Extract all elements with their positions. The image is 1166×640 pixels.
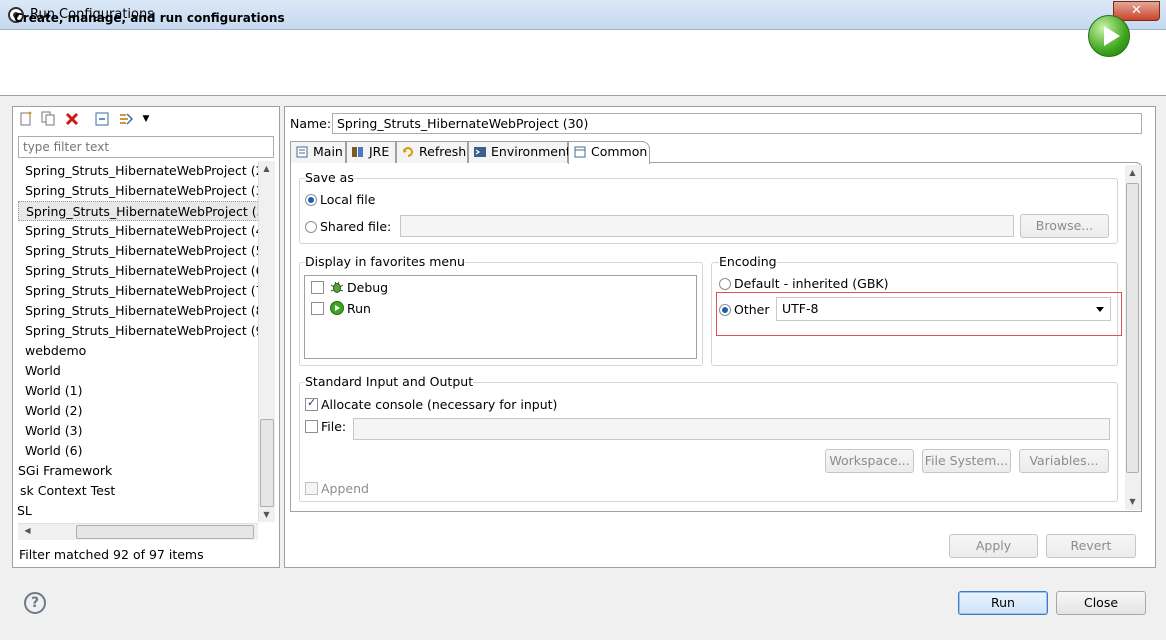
tree-item[interactable]: Spring_Struts_HibernateWebProject (6) [18, 261, 258, 281]
apply-button[interactable]: Apply [949, 534, 1038, 558]
tab-main[interactable]: Main [290, 141, 346, 163]
tree-item[interactable]: World (3) [18, 421, 83, 441]
browse-button[interactable]: Browse... [1020, 214, 1109, 238]
file-output-checkbox[interactable] [305, 420, 318, 433]
tree-item[interactable]: Spring_Struts_HibernateWebProject (4) [18, 221, 258, 241]
tab-common[interactable]: Common [568, 141, 650, 164]
variables-button[interactable]: Variables... [1019, 449, 1109, 473]
editor-tabs: Main JRE Refresh Environment Common [290, 141, 650, 164]
new-configuration-icon[interactable] [18, 111, 34, 127]
favorite-debug-label: Debug [347, 280, 389, 295]
tree-item[interactable]: Spring_Struts_HibernateWebProject (7) [18, 281, 258, 301]
file-output-input[interactable] [353, 418, 1110, 440]
view-menu-chevron-down-icon[interactable]: ▼ [138, 111, 154, 127]
encoding-default-radio[interactable] [719, 278, 731, 290]
duplicate-configuration-icon[interactable] [40, 111, 56, 127]
tree-item[interactable]: Spring_Struts_HibernateWebProject (5) [18, 241, 258, 261]
favorite-debug-checkbox[interactable] [311, 281, 324, 294]
scroll-up-icon[interactable]: ▲ [1125, 168, 1140, 177]
scroll-down-icon[interactable]: ▼ [259, 510, 274, 519]
tree-item[interactable]: webdemo [18, 341, 86, 361]
common-tab-icon [573, 145, 587, 159]
tree-item[interactable]: Spring_Struts_HibernateWebProject (29) [18, 161, 258, 181]
local-file-label: Local file [320, 192, 376, 207]
save-as-label: Save as [305, 170, 354, 185]
editor-vertical-scrollbar[interactable]: ▲ ▼ [1125, 165, 1141, 510]
debug-bug-icon [330, 280, 344, 294]
tree-horizontal-scrollbar[interactable]: ◀ [18, 523, 258, 540]
tree-item[interactable]: Spring_Struts_HibernateWebProject (9) [18, 321, 258, 341]
configuration-tree: Spring_Struts_HibernateWebProject (29) S… [18, 161, 258, 522]
name-label: Name: [290, 116, 332, 131]
scroll-up-icon[interactable]: ▲ [259, 164, 274, 173]
tree-item[interactable]: Spring_Struts_HibernateWebProject (8) [18, 301, 258, 321]
tree-item-selected[interactable]: Spring_Struts_HibernateWebProject (30) [18, 201, 258, 221]
scrollbar-thumb[interactable] [76, 525, 254, 539]
tree-item[interactable]: World (6) [18, 441, 83, 461]
tree-item[interactable]: sk Context Test [18, 481, 115, 501]
scroll-down-icon[interactable]: ▼ [1125, 497, 1140, 506]
scrollbar-thumb[interactable] [1126, 183, 1139, 473]
main-tab-icon [295, 145, 309, 159]
environment-tab-icon [473, 145, 487, 159]
encoding-label: Encoding [719, 254, 777, 269]
tree-toolbar: ▼ [14, 108, 278, 130]
filter-status-text: Filter matched 92 of 97 items [19, 547, 204, 562]
local-file-radio[interactable] [305, 194, 317, 206]
tab-environment[interactable]: Environment [468, 141, 571, 163]
tab-jre-label: JRE [369, 144, 390, 159]
configuration-name-input[interactable]: Spring_Struts_HibernateWebProject (30) [332, 113, 1142, 134]
scroll-left-icon[interactable]: ◀ [20, 526, 35, 535]
dialog-header-title: Create, manage, and run configurations [14, 11, 285, 25]
favorite-run-checkbox[interactable] [311, 302, 324, 315]
tab-refresh[interactable]: Refresh [396, 141, 468, 163]
run-banner-icon [1088, 15, 1130, 57]
encoding-default-label: Default - inherited (GBK) [734, 276, 889, 291]
revert-button[interactable]: Revert [1046, 534, 1136, 558]
refresh-tab-icon [401, 145, 415, 159]
scrollbar-thumb[interactable] [260, 419, 274, 507]
tree-item[interactable]: World [18, 361, 61, 381]
close-button[interactable]: Close [1056, 591, 1146, 615]
file-system-button[interactable]: File System... [922, 449, 1011, 473]
tab-main-label: Main [313, 144, 343, 159]
allocate-console-checkbox[interactable] [305, 396, 318, 411]
favorite-run-label: Run [347, 301, 371, 316]
tree-item[interactable]: Spring_Struts_HibernateWebProject (3) [18, 181, 258, 201]
tree-vertical-scrollbar[interactable]: ▲ ▼ [258, 161, 275, 522]
shared-file-radio[interactable] [305, 221, 317, 233]
filter-configurations-icon[interactable] [118, 111, 134, 127]
delete-configuration-icon[interactable] [64, 111, 80, 127]
tree-item[interactable]: World (1) [18, 381, 83, 401]
run-play-icon [330, 301, 344, 315]
allocate-console-label: Allocate console (necessary for input) [321, 397, 558, 412]
favorites-label: Display in favorites menu [305, 254, 465, 269]
tab-common-label: Common [591, 144, 648, 159]
file-output-label: File: [321, 419, 347, 434]
run-button[interactable]: Run [958, 591, 1048, 615]
append-checkbox[interactable] [305, 482, 318, 495]
jre-tab-icon [351, 145, 365, 159]
workspace-button[interactable]: Workspace... [825, 449, 914, 473]
tree-item[interactable]: SL [18, 501, 32, 521]
help-icon[interactable]: ? [24, 592, 46, 614]
filter-input[interactable] [18, 136, 274, 158]
highlight-annotation-box [716, 292, 1122, 336]
tree-item[interactable]: SGi Framework [18, 461, 112, 481]
stdio-label: Standard Input and Output [305, 374, 474, 389]
tab-refresh-label: Refresh [419, 144, 467, 159]
dialog-header [0, 30, 1166, 96]
tab-jre[interactable]: JRE [346, 141, 396, 163]
tab-environment-label: Environment [491, 144, 571, 159]
append-label: Append [321, 481, 369, 496]
shared-file-input[interactable] [400, 215, 1014, 237]
tree-item[interactable]: World (2) [18, 401, 83, 421]
shared-file-label: Shared file: [320, 219, 392, 234]
collapse-all-icon[interactable] [94, 111, 110, 127]
